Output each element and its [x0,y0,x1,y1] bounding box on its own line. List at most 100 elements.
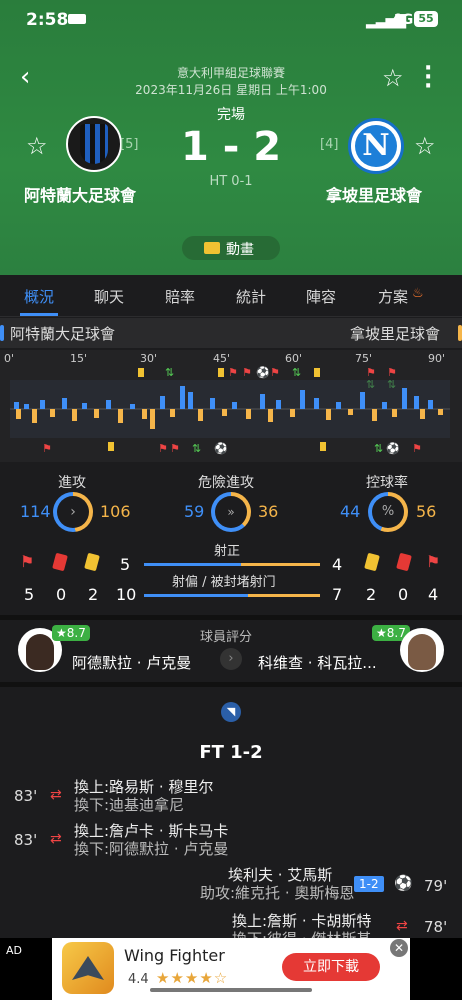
shots-on-bar [144,563,320,566]
fire-icon: ♨ [412,286,424,301]
rating-label: 球員評分 [200,630,253,645]
divider [0,682,462,687]
danger-home: 59 [184,502,205,521]
bed-icon [68,14,86,24]
momentum-bars [10,380,450,438]
match-header: 2:58 ▂▃▅▇ 4G 55 ‹ 意大利甲組足球聯賽 2023年11月26日 … [0,0,462,275]
away-team-name[interactable]: 拿坡里足球會 [326,182,422,206]
tab-overview[interactable]: 概況 [24,286,54,307]
animation-button[interactable]: 動畫 [182,236,280,260]
pitch-icon [204,242,220,254]
home-team-name[interactable]: 阿特蘭大足球會 [24,182,136,206]
corner-flag-icon: ⚑ [412,442,422,455]
tick-90: 90' [428,352,446,365]
tab-bar: 概況 聊天 賠率 統計 陣容 方案 ♨ [0,275,462,317]
home-yellow: 2 [88,585,99,604]
tab-chat[interactable]: 聊天 [94,286,124,307]
away-color-marker [458,325,462,341]
whistle-icon: ◥ [221,702,241,722]
home-team-label: 阿特蘭大足球會 [10,325,116,343]
yellow-card-icon [314,368,320,377]
stats-panel: 進攻 114 › 106 危險進攻 59 » 36 控球率 44 % 56 ⚑ … [0,466,462,616]
ad-close-icon[interactable]: ✕ [390,939,408,957]
substitution-icon: ⇅ [292,366,302,379]
percent-icon: % [372,496,404,528]
home-player-name: 阿德默拉 · 卢克曼 [72,654,192,672]
tick-0: 0' [4,352,15,365]
possession-label: 控球率 [366,475,408,491]
goal-ball-icon: ⚽ [256,366,270,379]
away-player-name: 科维查 · 科瓦拉... [258,654,377,672]
ad-title: Wing Fighter [124,946,225,965]
attack-label: 進攻 [58,475,86,491]
away-team-label: 拿坡里足球會 [350,325,441,343]
substitution-icon: ⇄ [50,787,62,803]
substitution-icon: ⇄ [50,831,62,847]
shots-on-home: 5 [120,555,131,574]
tab-stats[interactable]: 統計 [236,286,266,307]
away-corner-flag-icon: ⚑ [426,552,441,571]
yellow-card-icon [218,368,224,377]
player-rating-row[interactable]: ★8.7 阿德默拉 · 卢克曼 球員評分 › 科维查 · 科瓦拉... ★8.7 [0,620,462,682]
possession-away: 56 [416,502,437,521]
possession-home: 44 [340,502,361,521]
corner-flag-icon: ⚑ [242,366,252,379]
corner-flag-icon: ⚑ [228,366,238,379]
home-color-marker [0,325,4,341]
away-red-card-icon [396,552,412,572]
chevron-right-icon: › [57,496,89,528]
away-team-logo[interactable]: N [348,118,404,174]
chevron-right-icon[interactable]: › [220,648,242,670]
events-panel: ◥ FT 1-2 83' ⇄ 換上:路易斯 · 穆里尔 換下:迪基迪拿尼 83'… [0,688,462,948]
attack-home: 114 [20,502,51,521]
substitution-icon: ⇅ [374,442,384,455]
corner-flag-icon: ⚑ [158,442,168,455]
goal-score-badge: 1-2 [354,876,384,892]
danger-ring: » [211,492,251,532]
tick-60: 60' [285,352,303,365]
tick-30: 30' [140,352,158,365]
tick-75: 75' [355,352,373,365]
event-minute: 78' [424,918,448,936]
more-menu-icon[interactable]: · · · [424,58,432,98]
momentum-timeline: 0' 15' 30' 45' 60' 75' 90' ⇅ ⚑ ⚑ ⚽ ⚑ ⇅ ⚑… [0,350,462,462]
sub-out: 換下:阿德默拉 · 卢克曼 [74,840,229,858]
attack-away: 106 [100,502,131,521]
substitution-icon: ⇅ [192,442,202,455]
away-yellow-card-icon [364,552,380,572]
favorite-star-icon[interactable]: ☆ [382,64,404,92]
goal-assist: 助攻:維克托 · 奧斯梅恩 [200,884,355,902]
ad-banner[interactable]: AD Wing Fighter 4.4 ★★★★☆ 立即下載 ✕ [0,938,462,1000]
substitution-icon: ⇅ [165,366,175,379]
double-chevron-icon: » [215,496,247,528]
tab-odds[interactable]: 賠率 [165,286,195,307]
away-red: 0 [398,585,409,604]
ad-cta-button[interactable]: 立即下載 [282,953,380,981]
away-yellow: 2 [366,585,377,604]
away-player-avatar [400,628,444,672]
danger-label: 危險進攻 [198,475,254,491]
yellow-card-icon [108,442,114,451]
shots-off-home: 10 [116,585,137,604]
ad-tag: AD [6,944,22,957]
home-player-score: ★8.7 [52,625,90,641]
team-row: 阿特蘭大足球會 拿坡里足球會 [0,318,462,348]
star-rating-icon: ★★★★☆ [156,969,229,987]
home-yellow-card-icon [84,552,100,572]
ad-app-icon [62,942,114,994]
tab-lineup[interactable]: 陣容 [306,286,336,307]
home-red-card-icon [52,552,68,572]
goal-ball-icon: ⚽ [394,874,413,892]
tab-plans[interactable]: 方案 [378,286,408,307]
possession-ring: % [368,492,408,532]
corner-flag-icon: ⚑ [42,442,52,455]
away-follow-star-icon[interactable]: ☆ [414,132,436,160]
event-minute: 79' [424,877,448,895]
substitution-icon: ⇄ [396,918,408,934]
sub-out: 換下:迪基迪拿尼 [74,796,185,814]
danger-away: 36 [258,502,279,521]
ad-rating: 4.4 [128,972,149,987]
animation-label: 動畫 [226,242,254,258]
goal-ball-icon: ⚽ [214,442,228,455]
events-title: FT 1-2 [199,742,263,763]
